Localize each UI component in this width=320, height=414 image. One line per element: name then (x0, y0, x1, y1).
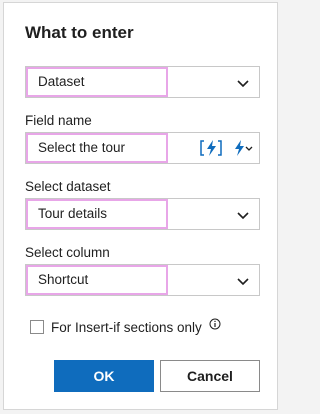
panel-title: What to enter (25, 23, 134, 42)
select-dataset-label: Select dataset (25, 179, 111, 194)
field-name-input[interactable]: Select the tour (25, 132, 260, 164)
select-column-label: Select column (25, 245, 110, 260)
chevron-down-icon (237, 278, 249, 286)
select-column-value: Shortcut (38, 272, 89, 287)
cancel-button[interactable]: Cancel (160, 360, 260, 392)
select-dataset-dropdown[interactable]: Tour details (25, 198, 260, 230)
insert-if-checkbox[interactable] (30, 320, 44, 334)
ok-button[interactable]: OK (54, 360, 154, 392)
field-name-value: Select the tour (38, 140, 126, 155)
insert-if-label: For Insert-if sections only (51, 320, 202, 335)
what-to-enter-dropdown[interactable]: Dataset (25, 66, 260, 98)
field-name-label: Field name (25, 113, 92, 128)
bracket-lightning-icon[interactable] (198, 137, 224, 159)
what-to-enter-panel: What to enter Dataset Field name Select … (3, 2, 278, 410)
chevron-down-icon (237, 212, 249, 220)
info-icon[interactable] (209, 318, 221, 330)
select-dataset-value: Tour details (38, 206, 108, 221)
lightning-dropdown-icon[interactable] (230, 137, 256, 159)
chevron-down-icon (237, 80, 249, 88)
what-to-enter-value: Dataset (38, 74, 85, 89)
select-column-dropdown[interactable]: Shortcut (25, 264, 260, 296)
